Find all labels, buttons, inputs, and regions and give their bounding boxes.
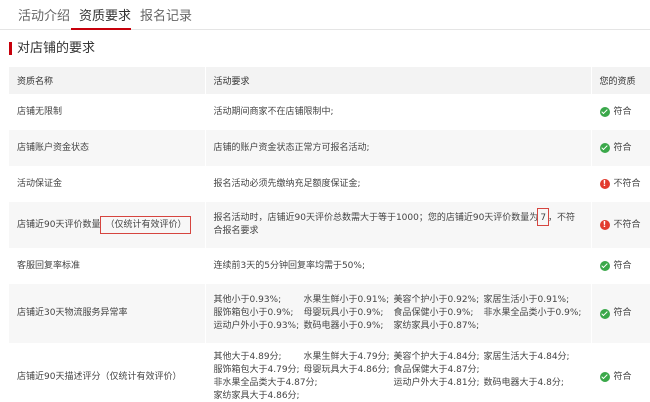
qualification-name: 店铺近90天评价数量 [17, 219, 101, 230]
table-row: 店铺无限制 活动期间商家不在店铺限制中; 符合 [9, 94, 650, 130]
qualification-name: 店铺账户资金状态 [9, 130, 206, 166]
requirement-text: 连续前3天的5分钟回复率均需于50%; [205, 248, 592, 284]
check-circle-icon [599, 308, 610, 319]
requirement-text: 活动期间商家不在店铺限制中; [205, 94, 592, 130]
tab-qualification[interactable]: 资质要求 [79, 9, 131, 25]
valid-review-note: （仅统计有效评价） [100, 215, 192, 234]
threshold-grid: 其他小于0.93%; 水果生鲜小于0.91%; 美容个护小于0.92%; 家居生活小于… [213, 295, 582, 331]
status-badge: 符合 [599, 106, 642, 119]
check-circle-icon [599, 107, 610, 117]
qualification-name: 店铺近90天描述评分（仅统计有效评价） [9, 343, 206, 402]
header-requirement: 活动要求 [205, 67, 592, 94]
status-badge: 符合 [599, 307, 642, 320]
review-count-value: 7 [537, 208, 550, 226]
status-badge: 符合 [599, 260, 642, 273]
header-your-status: 您的资质 [591, 67, 650, 94]
table-header-row: 资质名称 活动要求 您的资质 [9, 67, 650, 94]
exclamation-circle-icon [599, 220, 610, 230]
tab-activity-intro[interactable]: 活动介绍 [18, 9, 70, 25]
table-row: 店铺账户资金状态 店铺的账户资金状态正常方可报名活动; 符合 [9, 130, 650, 166]
check-circle-icon [599, 261, 610, 271]
section-title: 对店铺的要求 [9, 41, 95, 56]
tab-signup-records[interactable]: 报名记录 [140, 9, 192, 25]
requirement-text: 报名活动时，店铺近90天评价总数需大于等于1000；您的店铺近90天评价数量为 7… [205, 202, 592, 248]
threshold-grid: 其他大于4.89分; 水果生鲜大于4.79分; 美容个护大于4.84分; 家居生活大于… [213, 352, 570, 401]
qualification-name: 店铺无限制 [9, 94, 206, 130]
check-circle-icon [599, 143, 610, 153]
requirements-table: 资质名称 活动要求 您的资质 店铺无限制 活动期间商家不在店铺限制中; 符合 店… [9, 67, 650, 402]
table-row: 活动保证金 报名活动必须先缴纳充足额度保证金; 不符合 [9, 166, 650, 202]
tab-bar: 活动介绍 资质要求 报名记录 [0, 0, 650, 30]
table-row: 店铺近90天评价数量 （仅统计有效评价） 报名活动时，店铺近90天评价总数需大于等… [9, 202, 650, 248]
table-row: 店铺近30天物流服务异常率 其他小于0.93%; 水果生鲜小于0.91%; 美容个护… [9, 284, 650, 343]
status-badge: 符合 [599, 142, 642, 155]
qualification-name: 客服回复率标准 [9, 248, 206, 284]
qualification-name: 活动保证金 [9, 166, 206, 202]
active-tab-indicator [71, 28, 131, 30]
status-badge: 符合 [599, 371, 642, 384]
check-circle-icon [599, 372, 610, 382]
qualification-name: 店铺近30天物流服务异常率 [9, 284, 206, 343]
status-badge: 不符合 [599, 178, 642, 191]
status-badge: 不符合 [599, 219, 642, 232]
requirement-text: 店铺的账户资金状态正常方可报名活动; [205, 130, 592, 166]
table-row: 客服回复率标准 连续前3天的5分钟回复率均需于50%; 符合 [9, 248, 650, 284]
exclamation-circle-icon [599, 179, 610, 189]
requirement-text: 报名活动必须先缴纳充足额度保证金; [205, 166, 592, 202]
header-qualification-name: 资质名称 [9, 67, 206, 94]
table-row: 店铺近90天描述评分（仅统计有效评价） 其他大于4.89分; 水果生鲜大于4.79… [9, 343, 650, 402]
